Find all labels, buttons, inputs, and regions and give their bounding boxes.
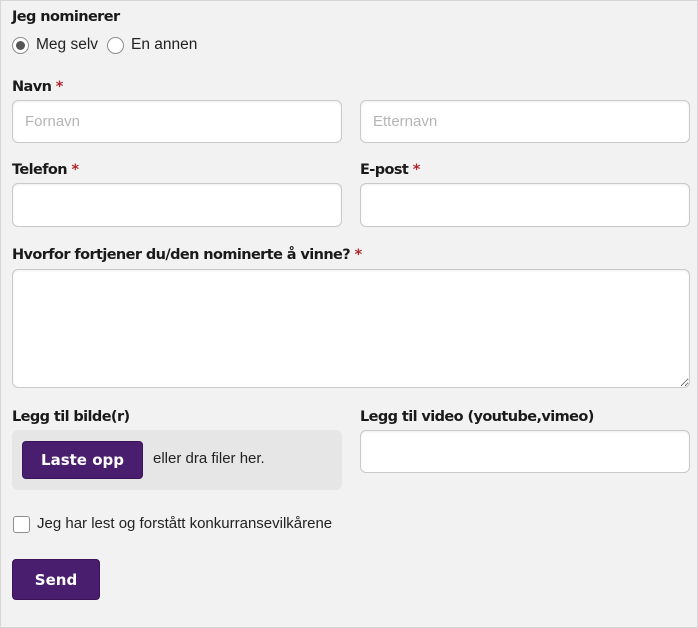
video-url-input[interactable] (360, 430, 690, 473)
phone-label: Telefon * (12, 162, 79, 178)
radio-self[interactable] (12, 36, 29, 54)
required-mark: * (354, 247, 363, 263)
terms-label[interactable]: Jeg har lest og forstått konkurransevilk… (37, 515, 332, 532)
nominate-label: Jeg nominerer (12, 9, 120, 25)
reason-label-text: Hvorfor fortjener du/den nominerte å vin… (12, 247, 351, 263)
phone-label-text: Telefon (12, 162, 68, 178)
upload-button[interactable]: Laste opp (22, 441, 143, 479)
radio-self-label[interactable]: Meg selv (36, 36, 98, 54)
terms-checkbox[interactable] (13, 516, 30, 533)
reason-textarea[interactable] (12, 269, 690, 388)
required-mark: * (71, 162, 79, 178)
phone-input[interactable] (12, 183, 342, 227)
last-name-input[interactable] (360, 100, 690, 143)
video-label: Legg til video (youtube,vimeo) (360, 409, 594, 425)
nomination-form: Jeg nominerer Meg selv En annen Navn * T… (0, 0, 698, 628)
required-mark: * (412, 162, 421, 178)
required-mark: * (55, 79, 64, 95)
email-input[interactable] (360, 183, 690, 227)
dropzone-hint: eller dra filer her. (153, 450, 265, 467)
email-label: E-post * (360, 162, 420, 178)
send-button[interactable]: Send (12, 559, 100, 600)
image-label: Legg til bilde(r) (12, 409, 130, 425)
reason-label: Hvorfor fortjener du/den nominerte å vin… (12, 247, 362, 263)
nominate-radio-group: Meg selv En annen (12, 34, 206, 56)
name-label-text: Navn (12, 79, 52, 95)
radio-other-label[interactable]: En annen (131, 36, 197, 54)
first-name-input[interactable] (12, 100, 342, 143)
radio-selected-dot (16, 40, 25, 50)
name-label: Navn * (12, 79, 63, 95)
radio-other[interactable] (107, 36, 125, 54)
email-label-text: E-post (360, 162, 409, 178)
